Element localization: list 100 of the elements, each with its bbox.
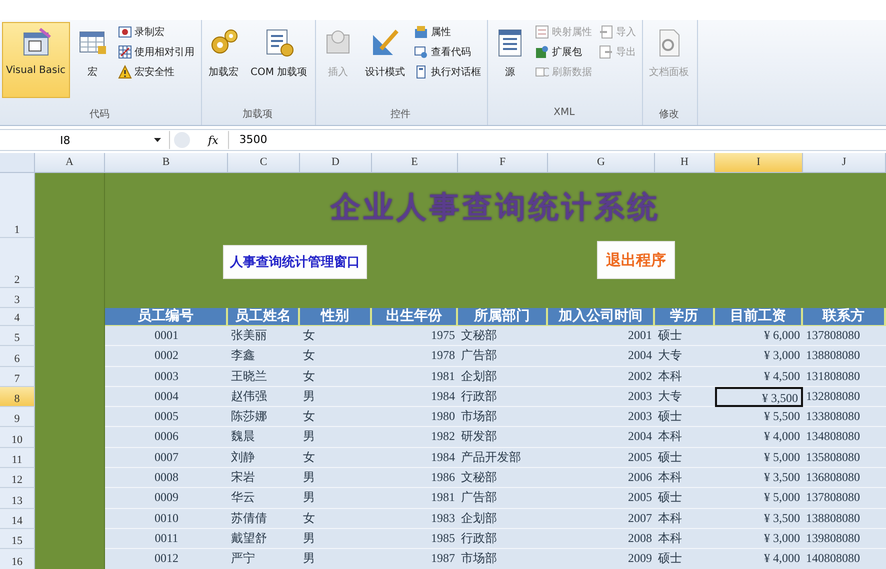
table-cell[interactable]: ¥ 4,500 [715,366,803,387]
table-cell[interactable]: 男 [300,427,372,448]
row-header[interactable]: 5 [0,326,35,346]
table-cell[interactable]: 138808080 [803,508,886,529]
table-cell[interactable]: 女 [300,346,372,367]
table-cell[interactable]: 2003 [548,407,655,428]
name-box[interactable]: I8 [0,131,170,149]
table-cell[interactable]: 2005 [548,448,655,468]
row-header[interactable]: 15 [0,528,35,550]
table-cell[interactable]: ¥ 4,000 [715,549,803,569]
table-cell[interactable]: 魏晨 [228,427,300,448]
table-cell[interactable]: 文秘部 [458,326,548,346]
table-cell[interactable]: 女 [300,366,372,387]
row-header[interactable]: 16 [0,549,35,569]
table-cell[interactable]: ¥ 5,500 [715,407,803,428]
table-cell[interactable]: ¥ 3,500 [715,386,803,408]
table-cell[interactable]: 赵伟强 [228,386,300,408]
ribbon-button[interactable]: 使用相对引用 [116,44,197,60]
table-cell[interactable]: 0004 [105,386,228,408]
column-header[interactable]: A [35,153,105,173]
table-cell[interactable]: 2003 [548,386,655,408]
insert-function-button[interactable]: fx [208,134,218,146]
table-cell[interactable]: ¥ 3,500 [715,508,803,529]
ribbon-button[interactable]: 宏 [72,22,113,98]
row-header[interactable]: 9 [0,407,35,428]
row-header[interactable]: 1 [0,173,35,238]
table-cell[interactable]: 2001 [548,326,655,346]
table-cell[interactable]: 139808080 [803,528,886,550]
table-cell[interactable]: 1981 [372,488,458,509]
table-cell[interactable]: 严宁 [228,549,300,569]
table-cell[interactable]: 1986 [372,468,458,488]
table-cell[interactable]: 1981 [372,366,458,387]
table-cell[interactable]: 本科 [655,508,715,529]
table-cell[interactable]: 133808080 [803,407,886,428]
table-cell[interactable]: 硕士 [655,326,715,346]
table-cell[interactable]: 137808080 [803,488,886,509]
table-cell[interactable]: 2009 [548,549,655,569]
table-cell[interactable]: 本科 [655,366,715,387]
table-cell[interactable]: 男 [300,468,372,488]
table-cell[interactable]: 大专 [655,346,715,367]
row-header[interactable]: 12 [0,468,35,488]
column-header[interactable]: F [458,153,548,173]
splitter-handle[interactable] [174,132,190,148]
table-cell[interactable]: 华云 [228,488,300,509]
table-cell[interactable]: 宋岩 [228,468,300,488]
table-cell[interactable]: 市场部 [458,549,548,569]
table-cell[interactable]: 137808080 [803,326,886,346]
table-cell[interactable]: 140808080 [803,549,886,569]
table-cell[interactable]: 硕士 [655,549,715,569]
table-cell[interactable]: 本科 [655,528,715,550]
table-cell[interactable]: 研发部 [458,427,548,448]
column-header[interactable]: I [715,153,803,173]
table-cell[interactable]: 0003 [105,366,228,387]
table-cell[interactable]: 女 [300,326,372,346]
row-header[interactable]: 14 [0,508,35,529]
column-header[interactable]: C [228,153,300,173]
ribbon-button[interactable]: 录制宏 [116,24,197,40]
table-cell[interactable]: 市场部 [458,407,548,428]
table-cell[interactable]: 本科 [655,427,715,448]
select-all-button[interactable] [0,153,35,173]
table-cell[interactable]: 苏倩倩 [228,508,300,529]
ribbon-button[interactable]: Visual Basic [2,22,70,98]
table-cell[interactable]: 李鑫 [228,346,300,367]
table-cell[interactable]: 本科 [655,468,715,488]
table-cell[interactable]: 广告部 [458,346,548,367]
table-cell[interactable]: 2004 [548,427,655,448]
row-header[interactable]: 10 [0,427,35,448]
column-header[interactable]: J [803,153,886,173]
row-header[interactable]: 6 [0,346,35,367]
row-header[interactable]: 4 [0,308,35,326]
ribbon-button[interactable]: 属性 [412,24,484,40]
table-cell[interactable]: 0009 [105,488,228,509]
table-cell[interactable]: 0012 [105,549,228,569]
open-window-button[interactable]: 人事查询统计管理窗口 [223,245,367,279]
table-cell[interactable]: 男 [300,528,372,550]
ribbon-button[interactable]: 源 [490,22,530,98]
table-cell[interactable]: 文秘部 [458,468,548,488]
table-cell[interactable]: ¥ 5,000 [715,488,803,509]
table-cell[interactable]: 131808080 [803,366,886,387]
table-cell[interactable]: 陈莎娜 [228,407,300,428]
row-header[interactable]: 13 [0,488,35,509]
table-cell[interactable]: 1985 [372,528,458,550]
formula-field[interactable]: 3500 [228,131,886,149]
table-cell[interactable]: 企划部 [458,508,548,529]
table-cell[interactable]: 张美丽 [228,326,300,346]
table-cell[interactable]: 0005 [105,407,228,428]
table-cell[interactable]: 1975 [372,326,458,346]
table-cell[interactable]: 0010 [105,508,228,529]
table-cell[interactable]: 戴望舒 [228,528,300,550]
table-cell[interactable]: 刘静 [228,448,300,468]
table-cell[interactable]: 男 [300,386,372,408]
column-header[interactable]: G [548,153,655,173]
ribbon-button[interactable]: COM 加载项 [246,22,312,98]
table-cell[interactable]: ¥ 6,000 [715,326,803,346]
row-header[interactable]: 7 [0,366,35,387]
column-header[interactable]: E [372,153,458,173]
table-cell[interactable]: 136808080 [803,468,886,488]
row-header[interactable]: 11 [0,448,35,468]
table-cell[interactable]: 广告部 [458,488,548,509]
table-cell[interactable]: 2008 [548,528,655,550]
